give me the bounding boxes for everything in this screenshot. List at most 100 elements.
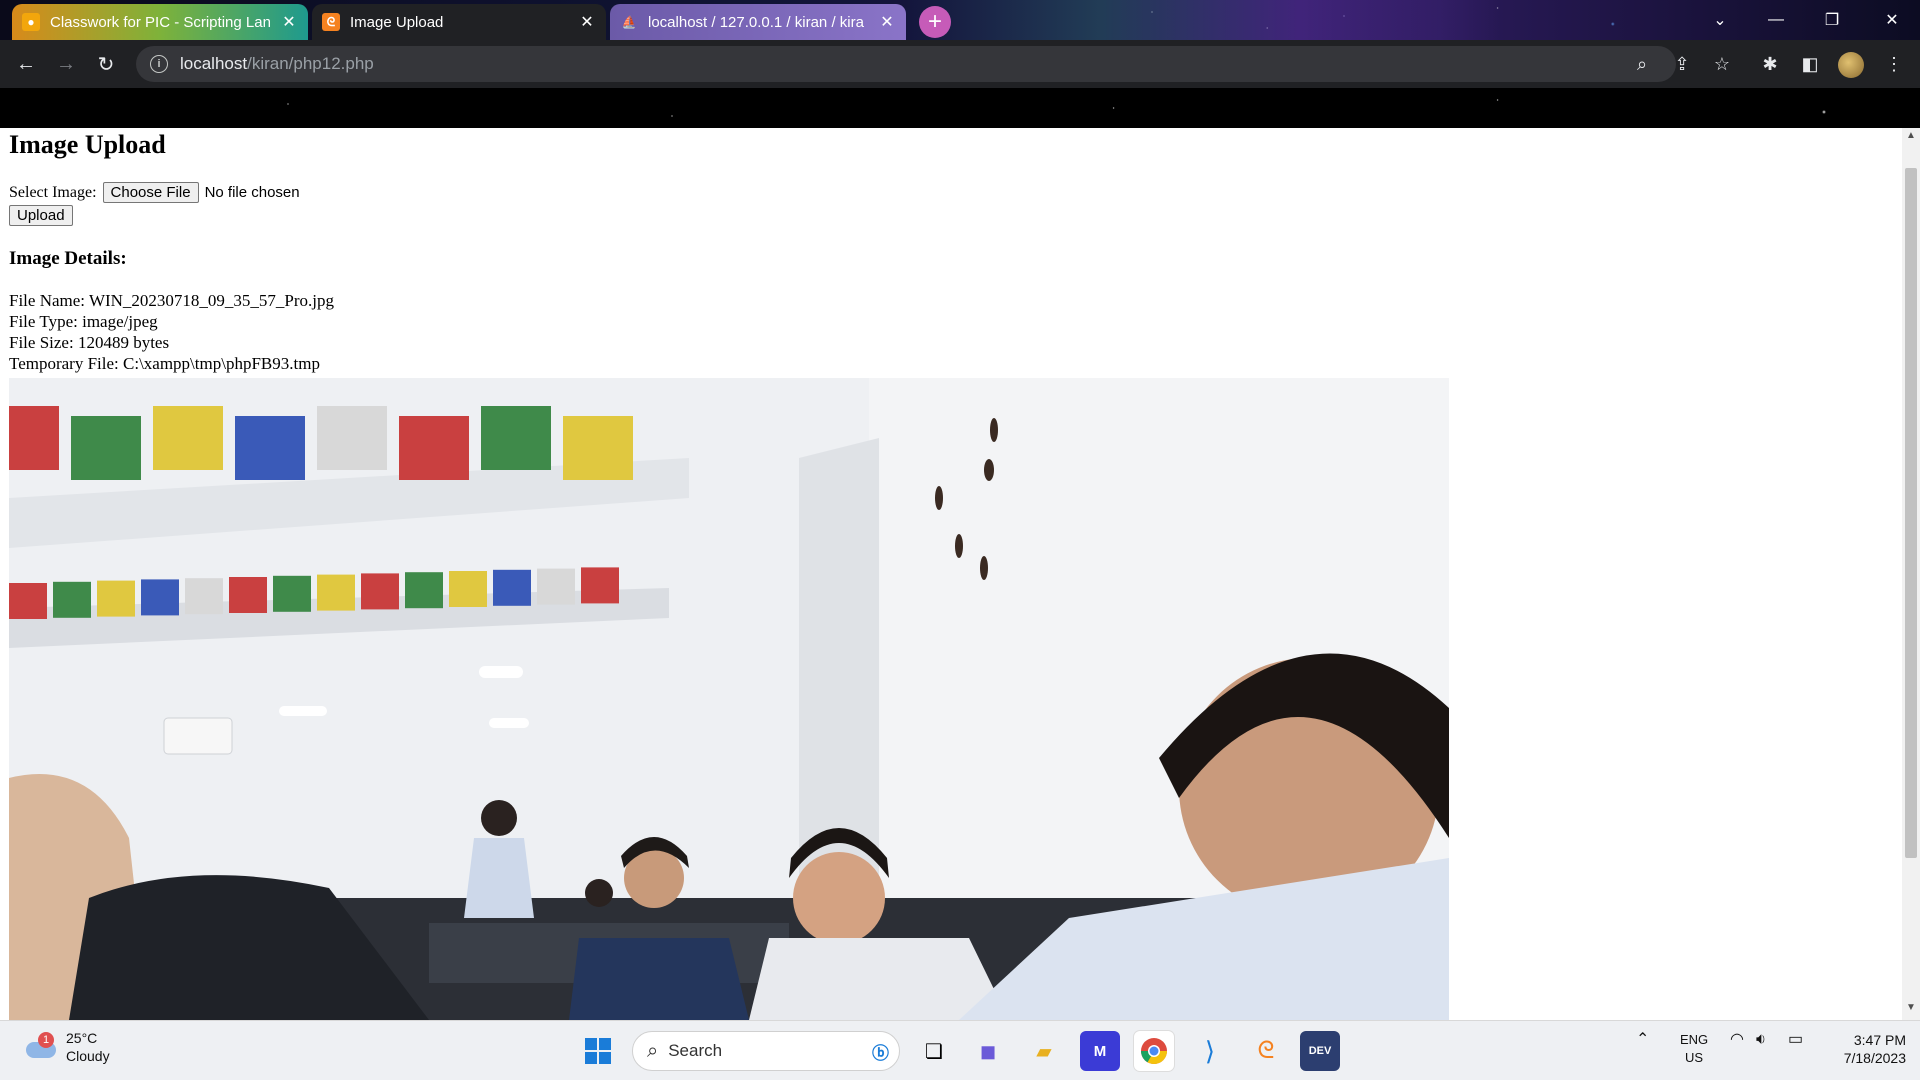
profile-avatar[interactable] — [1838, 52, 1864, 78]
tab-title: Classwork for PIC - Scripting Lan — [50, 13, 270, 31]
prayer-flag — [581, 567, 619, 604]
tab-title: localhost / 127.0.0.1 / kiran / kira — [648, 13, 864, 31]
file-size: File Size: 120489 bytes — [9, 333, 170, 352]
extensions-icon[interactable]: ✱ — [1752, 46, 1788, 82]
prayer-flag — [563, 416, 633, 480]
chrome-icon[interactable] — [1134, 1031, 1174, 1071]
choose-file-button[interactable]: Choose File — [102, 182, 199, 203]
language-indicator[interactable]: ENG US — [1680, 1031, 1708, 1067]
clock-date: 7/18/2023 — [1843, 1050, 1906, 1066]
uploaded-photo-drawing — [9, 378, 1449, 1020]
browser-toolbar: ← → ↻ i localhost/kiran/php12.php ⌕ ⇪ ☆ … — [0, 40, 1920, 88]
tray-overflow-icon[interactable]: ⌃ — [1636, 1031, 1649, 1049]
back-icon[interactable]: ← — [10, 48, 42, 80]
scrollbar-thumb[interactable] — [1905, 168, 1917, 858]
temp-file: Temporary File: C:\xampp\tmp\phpFB93.tmp — [9, 354, 320, 373]
prayer-flag — [185, 578, 223, 615]
clock[interactable]: 3:47 PM 7/18/2023 — [1826, 1031, 1906, 1067]
tab-image-upload[interactable]: ᘓ Image Upload ✕ — [312, 4, 606, 40]
volume-icon[interactable]: 🔉︎ — [1756, 1031, 1766, 1049]
search-placeholder: Search — [668, 1041, 723, 1060]
zoom-icon[interactable]: ⌕ — [1624, 46, 1660, 82]
tab-classwork[interactable]: ● Classwork for PIC - Scripting Lan ✕ — [12, 4, 308, 40]
weather-widget[interactable]: 1 25°C Cloudy — [24, 1029, 110, 1065]
windows-taskbar: 1 25°C Cloudy ⌕ Search ⓑ ❏ ◼ ▰ M ⟩ ᘓ DEV… — [0, 1020, 1920, 1080]
image-details: File Name: WIN_20230718_09_35_57_Pro.jpg… — [9, 290, 334, 374]
close-icon[interactable]: ✕ — [878, 13, 896, 31]
prayer-flag — [71, 416, 141, 480]
phpmyadmin-icon: ⛵ — [621, 15, 637, 29]
file-explorer-icon[interactable]: ▰ — [1024, 1031, 1064, 1071]
prayer-flag — [405, 572, 443, 609]
vscode-icon[interactable]: ⟩ — [1190, 1031, 1230, 1071]
prayer-flag — [493, 569, 531, 606]
lang-top: ENG — [1680, 1032, 1709, 1047]
wifi-icon[interactable]: ◠ — [1730, 1031, 1744, 1049]
prayer-flag — [399, 416, 469, 480]
prayer-flag — [317, 574, 355, 611]
scroll-up-icon[interactable]: ▲ — [1902, 130, 1920, 146]
prayer-flag — [317, 406, 387, 470]
url-host: localhost — [180, 54, 248, 73]
teams-icon[interactable]: ◼ — [968, 1031, 1008, 1071]
window-close-icon[interactable]: ✕ — [1864, 0, 1920, 40]
menu-icon[interactable]: ⋮ — [1876, 46, 1912, 82]
weather-badge: 1 — [38, 1032, 54, 1048]
details-heading: Image Details: — [9, 248, 127, 269]
close-icon[interactable]: ✕ — [280, 13, 298, 31]
file-name: File Name: WIN_20230718_09_35_57_Pro.jpg — [9, 291, 335, 310]
start-icon[interactable] — [578, 1031, 618, 1071]
tab-search-icon[interactable]: ⌄ — [1692, 0, 1748, 40]
xampp-taskbar-icon[interactable]: ᘓ — [1246, 1031, 1286, 1071]
taskbar-search[interactable]: ⌕ Search ⓑ — [632, 1031, 900, 1071]
restore-icon[interactable]: ❐ — [1804, 0, 1860, 40]
url-path: /kiran/php12.php — [247, 54, 374, 73]
tab-phpmyadmin[interactable]: ⛵ localhost / 127.0.0.1 / kiran / kira ✕ — [610, 4, 906, 40]
devcpp-icon[interactable]: DEV — [1300, 1031, 1340, 1071]
prayer-flag — [9, 406, 59, 470]
prayer-flag — [449, 571, 487, 607]
side-panel-icon[interactable]: ◧ — [1792, 46, 1828, 82]
bookmark-star-icon[interactable]: ☆ — [1704, 46, 1740, 82]
share-icon[interactable]: ⇪ — [1664, 46, 1700, 82]
cloud-icon: 1 — [24, 1032, 58, 1062]
page-content: Image Upload Select Image: Choose File N… — [9, 128, 334, 374]
no-file-text: No file chosen — [204, 184, 300, 201]
scroll-down-icon[interactable]: ▼ — [1902, 1002, 1920, 1018]
lang-bottom: US — [1685, 1050, 1704, 1065]
classroom-icon: ● — [22, 13, 40, 31]
weather-temp: 25°C — [66, 1030, 98, 1046]
app-icon[interactable]: M — [1080, 1031, 1120, 1071]
upload-button[interactable]: Upload — [9, 205, 73, 226]
new-tab-button[interactable]: + — [919, 6, 951, 38]
site-info-icon[interactable]: i — [150, 55, 168, 73]
xampp-icon: ᘓ — [322, 13, 340, 31]
prayer-flags-upper — [9, 406, 633, 480]
reload-icon[interactable]: ↻ — [90, 48, 122, 80]
page-scrollbar[interactable]: ▲ ▼ — [1902, 128, 1920, 1020]
prayer-flag — [235, 416, 305, 480]
search-icon: ⌕ — [647, 1039, 659, 1062]
prayer-flag — [141, 579, 179, 616]
uploaded-image — [9, 378, 1449, 1020]
page-title: Image Upload — [9, 130, 166, 159]
prayer-flag — [9, 583, 47, 619]
page-viewport: Image Upload Select Image: Choose File N… — [0, 128, 1920, 1020]
select-image-row: Select Image: Choose File No file chosen — [9, 182, 334, 203]
prayer-flag — [537, 568, 575, 605]
prayer-flag — [361, 573, 399, 610]
minimize-icon[interactable]: — — [1748, 0, 1804, 40]
prayer-flag — [481, 406, 551, 470]
tabstrip-aurora — [900, 0, 1500, 40]
select-image-label: Select Image: — [9, 183, 97, 201]
bing-icon: ⓑ — [872, 1043, 889, 1063]
address-bar[interactable]: i localhost/kiran/php12.php — [136, 46, 1676, 82]
tab-strip: ● Classwork for PIC - Scripting Lan ✕ ᘓ … — [0, 0, 1920, 40]
forward-icon[interactable]: → — [50, 48, 82, 80]
task-view-icon[interactable]: ❏ — [914, 1031, 954, 1071]
clock-time: 3:47 PM — [1853, 1032, 1906, 1048]
battery-icon[interactable]: ▭ — [1788, 1031, 1803, 1049]
file-type: File Type: image/jpeg — [9, 312, 158, 331]
close-icon[interactable]: ✕ — [578, 13, 596, 31]
upload-row: Upload — [9, 205, 334, 226]
